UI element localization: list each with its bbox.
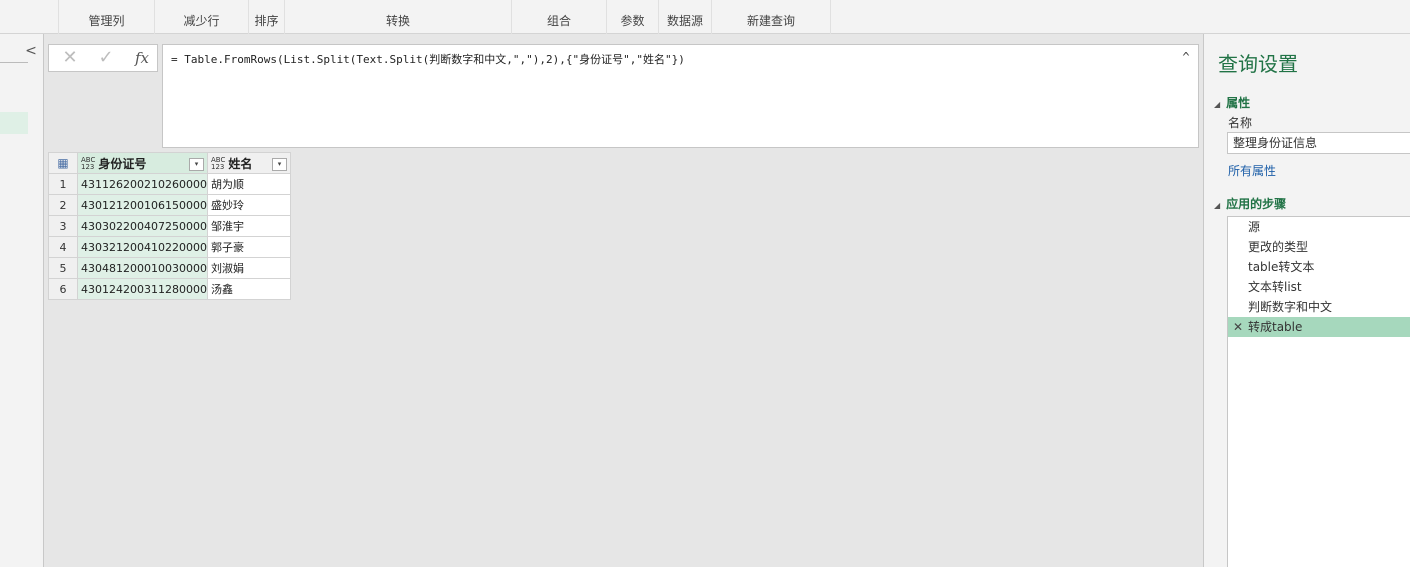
properties-header-label: 属性 <box>1226 96 1251 110</box>
selected-query-indicator[interactable] <box>0 112 28 134</box>
cell-name[interactable]: 郭子豪 <box>206 236 291 258</box>
step-item-active[interactable]: ✕ 转成table <box>1228 317 1410 337</box>
row-number: 4 <box>48 236 78 258</box>
ribbon-group-data-source: 数据源 <box>658 0 711 34</box>
table-icon: ▦ <box>57 156 69 170</box>
table-menu-button[interactable]: ▦ <box>48 152 78 174</box>
column-header-name-label: 姓名 <box>228 156 253 171</box>
cell-id[interactable]: 430321200410220000 <box>77 236 208 258</box>
cell-id[interactable]: 430124200311280000 <box>77 278 208 300</box>
table-row: 5 430481200010030000 刘淑娟 <box>48 257 291 279</box>
queries-divider <box>0 62 28 63</box>
row-number: 2 <box>48 194 78 216</box>
cell-id[interactable]: 430121200106150000 <box>77 194 208 216</box>
chevron-up-icon[interactable]: ^ <box>1178 49 1194 65</box>
step-label: 更改的类型 <box>1248 240 1309 254</box>
ribbon-group-new-query: 新建查询 <box>711 0 831 34</box>
table-row: 2 430121200106150000 盛妙玲 <box>48 194 291 216</box>
table-row: 6 430124200311280000 汤鑫 <box>48 278 291 300</box>
ribbon-group-combine: 组合 <box>511 0 606 34</box>
step-label: 源 <box>1248 220 1261 234</box>
cell-id[interactable]: 431126200210260000 <box>77 173 208 195</box>
formula-bar-buttons: ✕ ✓ fx <box>48 44 158 72</box>
filter-dropdown-icon[interactable]: ▾ <box>271 157 287 171</box>
query-editor-main: ✕ ✓ fx = Table.FromRows(List.Split(Text.… <box>44 34 1203 567</box>
ribbon-group-transform: 转换 <box>284 0 511 34</box>
formula-text: = Table.FromRows(List.Split(Text.Split(判… <box>171 53 685 66</box>
query-name-input[interactable]: 整理身份证信息 <box>1227 132 1410 154</box>
cell-id[interactable]: 430481200010030000 <box>77 257 208 279</box>
column-header-name[interactable]: ABC 123 姓名 ▾ <box>206 152 291 174</box>
step-item[interactable]: table转文本 <box>1228 257 1410 277</box>
ribbon-group-manage-columns: 管理列 <box>58 0 154 34</box>
ribbon-group-parameters: 参数 <box>606 0 658 34</box>
ribbon-group-labels: 管理列 减少行 排序 转换 组合 参数 数据源 新建查询 <box>0 0 1410 34</box>
step-item[interactable]: 源 <box>1228 217 1410 237</box>
step-label: 文本转list <box>1248 280 1302 294</box>
table-row: 4 430321200410220000 郭子豪 <box>48 236 291 258</box>
applied-steps-header-label: 应用的步骤 <box>1226 197 1287 211</box>
cell-name[interactable]: 刘淑娟 <box>206 257 291 279</box>
cell-name[interactable]: 汤鑫 <box>206 278 291 300</box>
column-header-id-label: 身份证号 <box>98 156 147 171</box>
row-number: 3 <box>48 215 78 237</box>
data-preview-grid: ▦ ABC 123 身份证号 ▾ ABC 123 姓名 ▾ 1 431126200210… <box>48 152 291 300</box>
step-item[interactable]: 文本转list <box>1228 277 1410 297</box>
collapse-triangle-icon[interactable]: ◢ <box>1214 100 1220 109</box>
ribbon-group-sort: 排序 <box>248 0 284 34</box>
cancel-formula-icon[interactable]: ✕ <box>55 47 85 69</box>
table-row: 3 430302200407250000 邹淮宇 <box>48 215 291 237</box>
delete-step-icon[interactable]: ✕ <box>1233 317 1243 337</box>
applied-steps-section-header[interactable]: ◢ 应用的步骤 <box>1214 195 1286 212</box>
filter-dropdown-icon[interactable]: ▾ <box>188 157 204 171</box>
table-row: 1 431126200210260000 胡为顺 <box>48 173 291 195</box>
grid-header-row: ▦ ABC 123 身份证号 ▾ ABC 123 姓名 ▾ <box>48 152 291 174</box>
formula-input[interactable]: = Table.FromRows(List.Split(Text.Split(判… <box>162 44 1199 148</box>
collapse-triangle-icon[interactable]: ◢ <box>1214 201 1220 210</box>
any-type-icon[interactable]: ABC 123 <box>81 157 95 171</box>
applied-steps-list: 源 更改的类型 table转文本 文本转list 判断数字和中文 ✕ 转成tab… <box>1227 216 1410 567</box>
insert-function-icon[interactable]: fx <box>127 47 157 69</box>
step-item[interactable]: 判断数字和中文 <box>1228 297 1410 317</box>
ribbon-group-reduce-rows: 减少行 <box>154 0 248 34</box>
cell-id[interactable]: 430302200407250000 <box>77 215 208 237</box>
step-label: 判断数字和中文 <box>1248 300 1333 314</box>
step-label: 转成table <box>1248 320 1303 334</box>
cell-name[interactable]: 邹淮宇 <box>206 215 291 237</box>
row-number: 6 <box>48 278 78 300</box>
properties-section-header[interactable]: ◢ 属性 <box>1214 94 1250 111</box>
confirm-formula-icon[interactable]: ✓ <box>91 47 121 69</box>
row-number: 5 <box>48 257 78 279</box>
cell-name[interactable]: 盛妙玲 <box>206 194 291 216</box>
query-settings-pane: 查询设置 ◢ 属性 名称 整理身份证信息 所有属性 ◢ 应用的步骤 源 更改的类型 … <box>1203 34 1410 567</box>
row-number: 1 <box>48 173 78 195</box>
all-properties-link[interactable]: 所有属性 <box>1228 162 1276 179</box>
chevron-left-icon[interactable]: < <box>24 44 38 58</box>
column-header-id[interactable]: ABC 123 身份证号 ▾ <box>77 152 208 174</box>
cell-name[interactable]: 胡为顺 <box>206 173 291 195</box>
step-item[interactable]: 更改的类型 <box>1228 237 1410 257</box>
any-type-icon[interactable]: ABC 123 <box>211 157 225 171</box>
name-label: 名称 <box>1228 116 1253 130</box>
step-label: table转文本 <box>1248 260 1315 274</box>
query-settings-title: 查询设置 <box>1218 52 1298 76</box>
queries-pane-collapsed: < <box>0 34 44 567</box>
